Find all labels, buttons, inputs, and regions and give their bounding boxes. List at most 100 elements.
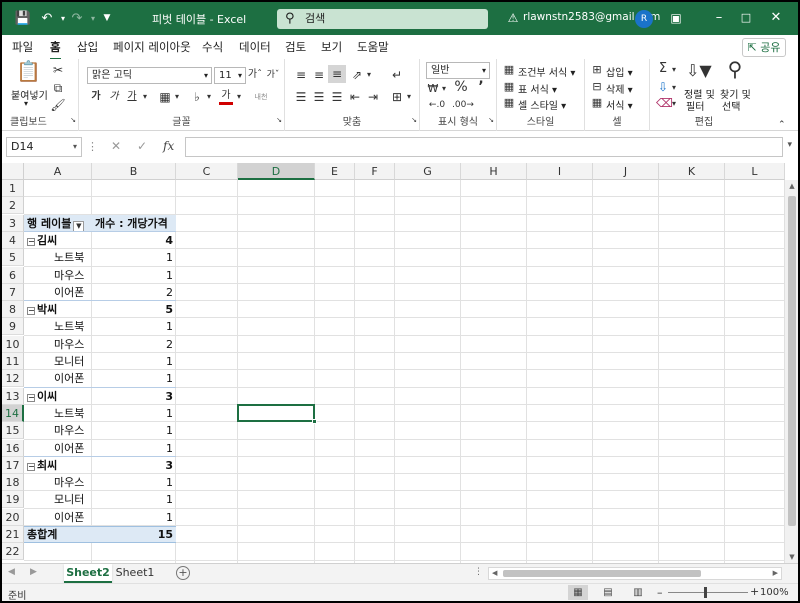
- pivot-row-label-header[interactable]: 행 레이블 ▼: [24, 215, 92, 232]
- pivot-item-label[interactable]: 모니터: [51, 491, 92, 508]
- clear-icon[interactable]: ⌫: [656, 95, 673, 111]
- tab-data[interactable]: 데이터: [239, 39, 271, 55]
- column-header-e[interactable]: E: [315, 163, 355, 180]
- tab-home[interactable]: 홈: [50, 39, 61, 60]
- collapse-ribbon-icon[interactable]: ⌃: [778, 117, 786, 133]
- pivot-group-label[interactable]: − 최씨: [24, 457, 92, 474]
- pivot-item-value[interactable]: 1: [92, 491, 176, 508]
- name-box[interactable]: D14 ▾: [6, 137, 82, 157]
- increase-decimal-icon[interactable]: ←.0: [426, 97, 448, 113]
- pivot-group-value[interactable]: 3: [92, 388, 176, 405]
- row-header-17[interactable]: 17: [2, 456, 24, 474]
- sheet-prev-icon[interactable]: ◀: [8, 567, 15, 577]
- grand-total-label[interactable]: 총합계: [24, 526, 92, 543]
- page-layout-view-icon[interactable]: ▤: [598, 585, 618, 600]
- cell-styles-button[interactable]: 셀 스타일 ▾: [518, 97, 566, 112]
- delete-cells-icon[interactable]: ⊟: [591, 79, 603, 95]
- sheet-tab-sheet2[interactable]: Sheet2: [64, 564, 112, 583]
- phonetic-button[interactable]: 내천: [251, 89, 271, 105]
- pivot-item-label[interactable]: 모니터: [51, 353, 92, 370]
- collapse-icon[interactable]: −: [27, 307, 35, 316]
- close-button[interactable]: ✕: [764, 8, 788, 28]
- pivot-group-label[interactable]: − 이씨: [24, 388, 92, 405]
- increase-indent-icon[interactable]: ⇥: [365, 89, 381, 105]
- fill-color-icon[interactable]: ♭: [189, 89, 205, 105]
- clipboard-launcher-icon[interactable]: ↘: [70, 112, 76, 128]
- underline-dropdown-icon[interactable]: ▾: [141, 89, 149, 105]
- collapse-icon[interactable]: −: [27, 237, 35, 246]
- row-header-2[interactable]: 2: [2, 197, 24, 215]
- pivot-item-label[interactable]: 마우스: [51, 336, 92, 353]
- save-icon[interactable]: 💾: [14, 9, 32, 27]
- format-cells-icon[interactable]: ▦: [591, 95, 603, 111]
- pivot-item-label[interactable]: 노트북: [51, 249, 92, 266]
- decrease-indent-icon[interactable]: ⇤: [347, 89, 363, 105]
- row-header-14[interactable]: 14: [2, 404, 24, 422]
- autosum-dropdown-icon[interactable]: ▾: [670, 62, 678, 78]
- conditional-formatting-button[interactable]: 조건부 서식 ▾: [518, 64, 575, 79]
- font-color-button[interactable]: 가: [219, 89, 233, 105]
- align-top-icon[interactable]: ≡: [293, 67, 309, 83]
- row-header-20[interactable]: 20: [2, 508, 24, 526]
- page-break-view-icon[interactable]: ▥: [628, 585, 648, 600]
- cancel-icon[interactable]: ✕: [111, 139, 121, 153]
- pivot-item-value[interactable]: 1: [92, 405, 176, 422]
- search-box[interactable]: ⚲ 검색: [277, 9, 488, 29]
- wrap-text-icon[interactable]: ↵: [389, 67, 405, 83]
- conditional-formatting-icon[interactable]: ▦: [503, 62, 515, 78]
- column-header-c[interactable]: C: [176, 163, 238, 180]
- row-header-15[interactable]: 15: [2, 422, 24, 440]
- accounting-dropdown-icon[interactable]: ▾: [440, 81, 448, 97]
- find-select-icon[interactable]: ⚲: [724, 59, 746, 79]
- fill-handle[interactable]: [312, 419, 317, 425]
- comma-style-icon[interactable]: ’: [474, 79, 488, 95]
- row-header-18[interactable]: 18: [2, 474, 24, 492]
- scroll-down-icon[interactable]: ▼: [785, 553, 798, 561]
- enter-icon[interactable]: ✓: [137, 139, 147, 153]
- avatar[interactable]: R: [635, 10, 653, 28]
- orientation-dropdown-icon[interactable]: ▾: [365, 67, 373, 83]
- pivot-item-value[interactable]: 1: [92, 267, 176, 284]
- cut-icon[interactable]: ✂: [50, 62, 66, 78]
- row-header-4[interactable]: 4: [2, 231, 24, 249]
- pivot-group-value[interactable]: 5: [92, 301, 176, 318]
- pivot-item-value[interactable]: 1: [92, 474, 176, 491]
- format-painter-icon[interactable]: 🖌: [50, 97, 66, 113]
- merge-center-icon[interactable]: ⊞: [389, 89, 405, 105]
- decrease-decimal-icon[interactable]: .00→: [452, 97, 474, 113]
- orientation-icon[interactable]: ⇗: [349, 67, 365, 83]
- sheet-next-icon[interactable]: ▶: [30, 567, 37, 577]
- merge-dropdown-icon[interactable]: ▾: [405, 89, 413, 105]
- tab-insert[interactable]: 삽입: [77, 39, 98, 55]
- borders-dropdown-icon[interactable]: ▾: [173, 89, 181, 105]
- ribbon-display-icon[interactable]: ▣: [664, 8, 688, 28]
- clear-dropdown-icon[interactable]: ▾: [670, 96, 678, 112]
- italic-button[interactable]: 가: [107, 89, 121, 105]
- row-header-16[interactable]: 16: [2, 439, 24, 457]
- zoom-slider[interactable]: [668, 592, 748, 593]
- accounting-format-icon[interactable]: ₩: [426, 81, 440, 97]
- font-name-select[interactable]: 맑은 고딕 ▾: [87, 67, 212, 84]
- normal-view-icon[interactable]: ▦: [568, 585, 588, 600]
- row-header-21[interactable]: 21: [2, 526, 24, 543]
- row-header-22[interactable]: 22: [2, 543, 24, 561]
- row-header-3[interactable]: 3: [2, 214, 24, 232]
- align-middle-icon[interactable]: ≡: [311, 67, 327, 83]
- font-color-dropdown-icon[interactable]: ▾: [235, 89, 243, 105]
- pivot-group-value[interactable]: 3: [92, 457, 176, 474]
- column-header-a[interactable]: A: [24, 163, 92, 180]
- pivot-group-label[interactable]: − 박씨: [24, 301, 92, 318]
- scroll-right-icon[interactable]: ▶: [773, 568, 778, 579]
- pivot-group-label[interactable]: − 김씨: [24, 232, 92, 249]
- borders-icon[interactable]: ▦: [157, 89, 173, 105]
- delete-cells-button[interactable]: 삭제 ▾: [606, 81, 633, 96]
- font-launcher-icon[interactable]: ↘: [276, 112, 282, 128]
- pivot-item-label[interactable]: 이어폰: [51, 284, 92, 301]
- tab-page-layout[interactable]: 페이지 레이아웃: [113, 39, 191, 55]
- sort-filter-icon[interactable]: ⇩▼: [686, 63, 712, 79]
- fill-dropdown-icon[interactable]: ▾: [205, 89, 213, 105]
- add-sheet-button[interactable]: +: [176, 566, 190, 580]
- insert-function-icon[interactable]: fx: [163, 139, 174, 153]
- insert-cells-icon[interactable]: ⊞: [591, 62, 603, 78]
- align-left-icon[interactable]: ☰: [293, 89, 309, 105]
